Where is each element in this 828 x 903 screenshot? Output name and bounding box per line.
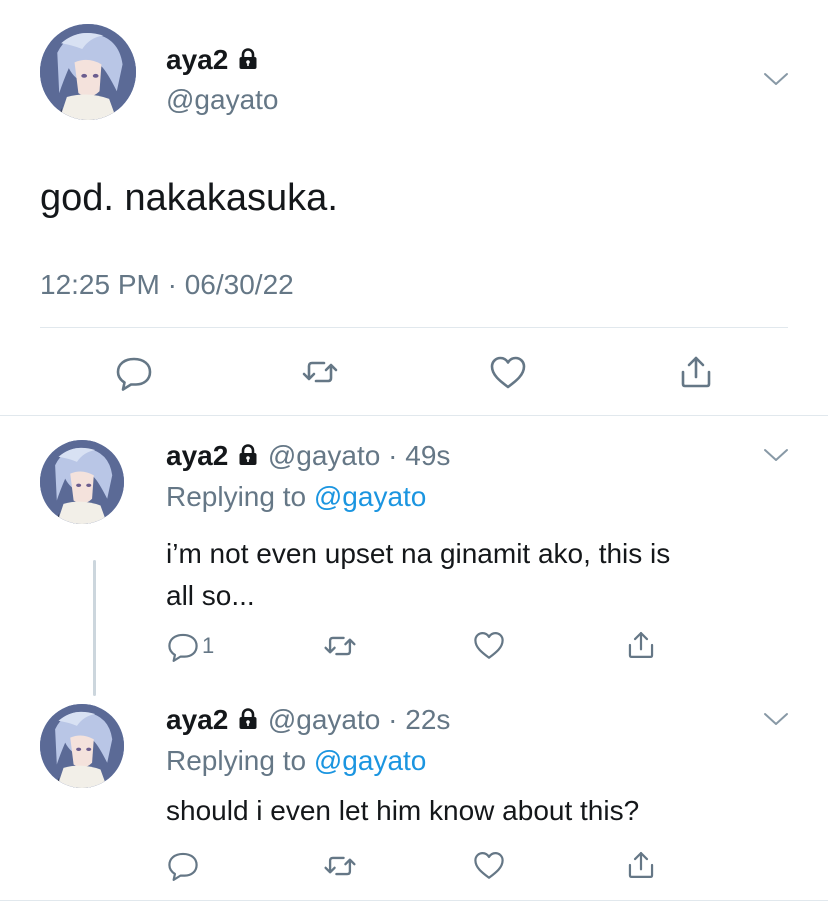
tweet-text: i’m not even upset na ginamit ako, this …: [166, 533, 670, 617]
like-icon[interactable]: [488, 352, 528, 392]
replying-to-handle[interactable]: @gayato: [314, 745, 427, 776]
tweet-text-line: all so...: [166, 580, 255, 611]
section-divider: [0, 900, 828, 901]
share-icon[interactable]: [676, 352, 716, 392]
share-icon[interactable]: [624, 848, 658, 882]
display-name[interactable]: aya2: [166, 440, 228, 471]
thread-line: [93, 560, 96, 696]
divider: [40, 327, 788, 328]
reply-icon[interactable]: [166, 848, 200, 882]
lock-icon: [236, 46, 260, 72]
tweet-age: · 49s: [388, 440, 451, 471]
tweet-text: god. nakakasuka.: [40, 177, 338, 219]
handle[interactable]: @gayato: [268, 704, 381, 735]
retweet-icon[interactable]: [300, 352, 340, 392]
tweet-age: · 22s: [388, 704, 451, 735]
reply-icon: [166, 629, 200, 663]
reply-action[interactable]: 1: [166, 628, 214, 664]
like-icon[interactable]: [472, 628, 506, 662]
tweet-text-line: i’m not even upset na ginamit ako, this …: [166, 538, 671, 569]
reply-header: aya2 @gayato · 22s: [166, 704, 450, 736]
lock-icon: [236, 442, 260, 468]
chevron-down-icon[interactable]: [762, 710, 790, 728]
avatar[interactable]: [40, 440, 124, 524]
handle[interactable]: @gayato: [268, 440, 381, 471]
chevron-down-icon[interactable]: [762, 446, 790, 464]
replying-to-label: Replying to: [166, 481, 307, 512]
avatar[interactable]: [40, 24, 136, 120]
chevron-down-icon[interactable]: [762, 70, 790, 88]
replying-to: Replying to @gayato: [166, 745, 426, 777]
reply-icon[interactable]: [114, 352, 154, 392]
replying-to-label: Replying to: [166, 745, 307, 776]
tweet-text: should i even let him know about this?: [166, 795, 640, 826]
like-icon[interactable]: [472, 848, 506, 882]
section-divider: [0, 415, 828, 416]
replying-to-handle[interactable]: @gayato: [314, 481, 427, 512]
display-name-text: aya2: [166, 44, 229, 75]
replying-to: Replying to @gayato: [166, 481, 426, 513]
reply-header: aya2 @gayato · 49s: [166, 440, 450, 472]
retweet-icon[interactable]: [322, 628, 358, 664]
reply-count: 1: [202, 633, 215, 658]
handle[interactable]: @gayato: [166, 84, 279, 116]
tweet-timestamp[interactable]: 12:25 PM · 06/30/22: [40, 268, 294, 302]
display-name[interactable]: aya2: [166, 44, 260, 76]
avatar[interactable]: [40, 704, 124, 788]
retweet-icon[interactable]: [322, 848, 358, 884]
share-icon[interactable]: [624, 628, 658, 662]
lock-icon: [236, 706, 260, 732]
display-name[interactable]: aya2: [166, 704, 228, 735]
